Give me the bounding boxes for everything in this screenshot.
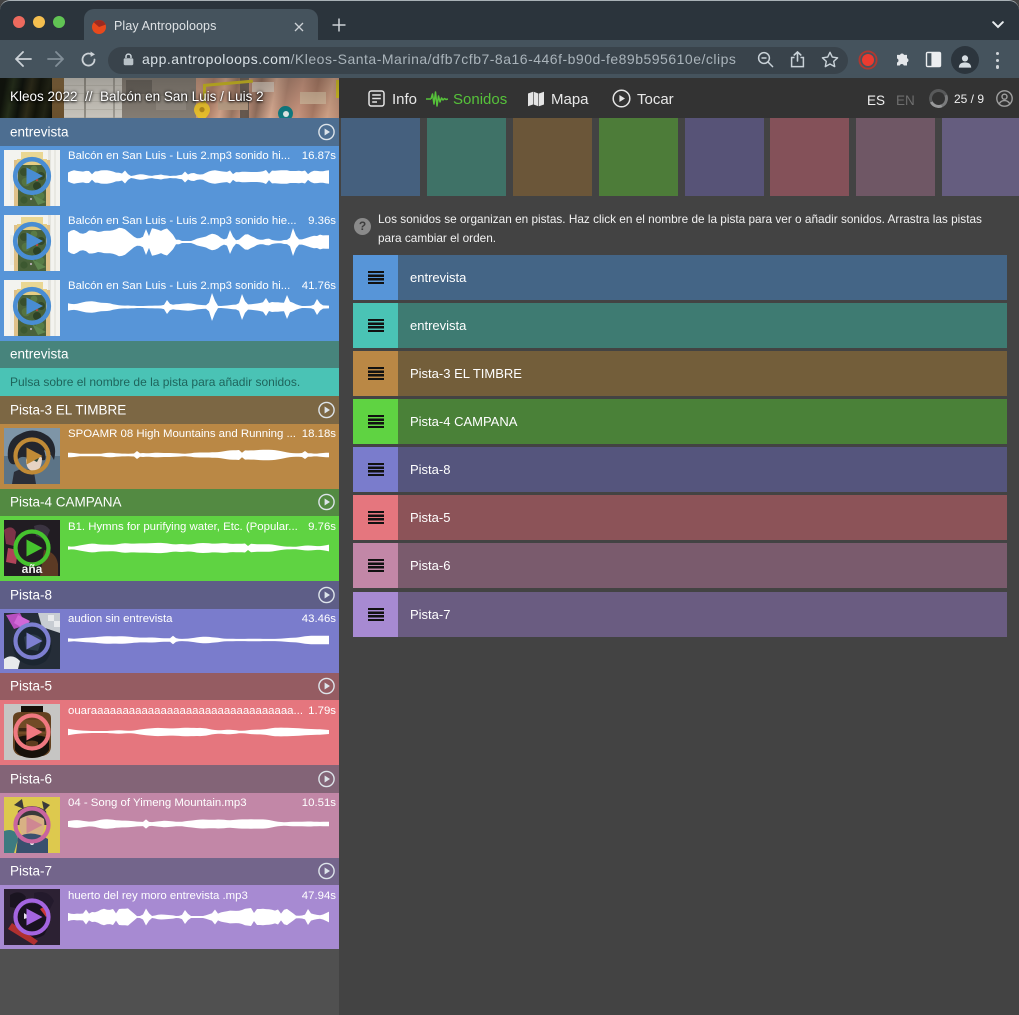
svg-text:aña: aña xyxy=(22,562,43,576)
